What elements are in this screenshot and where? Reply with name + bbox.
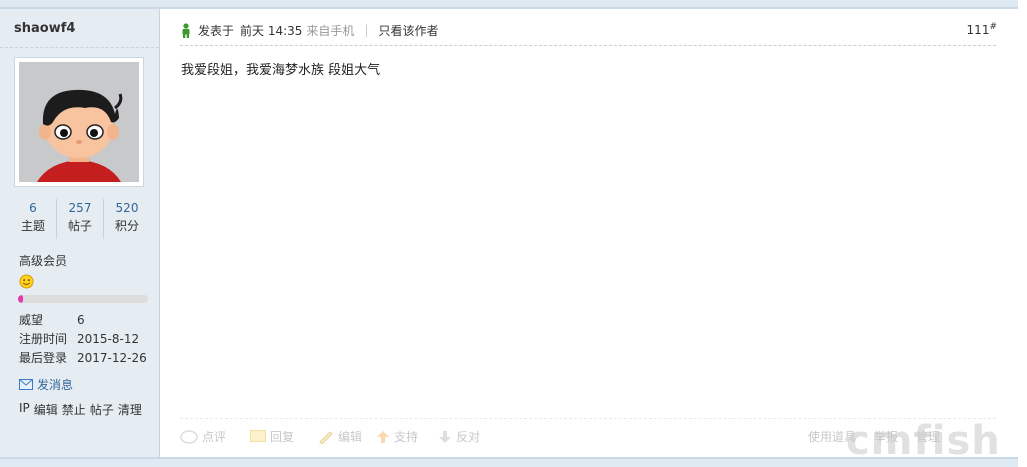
stat-posts-label: 帖子 [67, 219, 92, 233]
support-button[interactable]: 支持 [376, 428, 418, 445]
support-label: 支持 [394, 430, 419, 444]
stat-credits[interactable]: 520 积分 [104, 199, 150, 239]
rate-label: 点评 [202, 430, 227, 444]
right-edge [1018, 0, 1027, 467]
admin-posts-link[interactable]: 帖子 [90, 401, 114, 418]
envelope-icon [19, 379, 33, 390]
info-row-registered: 注册时间 2015-8-12 [19, 330, 154, 349]
bottom-frame-bar [0, 457, 1018, 467]
author-sidebar: shaowf4 6 主题 257 帖子 520 积分 高级会员 威望 6 注册时… [0, 9, 160, 457]
post-actions: 点评 回复 编辑 支持 反对 [180, 428, 480, 445]
stat-threads[interactable]: 6 主题 [10, 199, 57, 239]
divider [0, 47, 159, 48]
level-progress-bar [18, 295, 148, 303]
admin-clean-link[interactable]: 清理 [118, 401, 142, 418]
info-value: 2017-12-26 [77, 351, 147, 365]
oppose-button[interactable]: 反对 [438, 428, 480, 445]
separator: | [364, 23, 369, 37]
top-frame-bar [0, 0, 1018, 9]
admin-ip-link[interactable]: IP [19, 401, 30, 418]
info-value: 2015-8-12 [77, 332, 140, 346]
smiley-icon [19, 274, 34, 289]
post-header: 发表于 前天 14:35 来自手机 | 只看该作者 [180, 19, 439, 41]
posted-time: 前天 14:35 [240, 23, 303, 38]
reply-icon [250, 429, 267, 442]
member-level[interactable]: 高级会员 [19, 252, 67, 269]
avatar-image [19, 62, 139, 182]
info-key: 最后登录 [19, 351, 68, 365]
send-message-link[interactable]: 发消息 [19, 376, 73, 393]
avatar[interactable] [14, 57, 144, 187]
arrow-down-icon [439, 430, 452, 443]
info-key: 威望 [19, 313, 44, 327]
rate-button[interactable]: 点评 [180, 428, 226, 445]
stat-threads-value: 6 [29, 201, 37, 215]
level-progress-fill [18, 295, 24, 303]
floor-value: 111 [966, 23, 990, 37]
mobile-user-icon [182, 22, 190, 38]
reply-button[interactable]: 回复 [250, 428, 294, 445]
stat-posts[interactable]: 257 帖子 [57, 199, 104, 239]
send-message-label: 发消息 [37, 378, 74, 392]
stat-credits-label: 积分 [114, 219, 139, 233]
author-stats: 6 主题 257 帖子 520 积分 [10, 199, 150, 239]
reply-label: 回复 [270, 430, 295, 444]
edit-button[interactable]: 编辑 [318, 428, 362, 445]
author-info: 威望 6 注册时间 2015-8-12 最后登录 2017-12-26 [19, 311, 154, 368]
pencil-icon [319, 430, 333, 444]
stat-posts-value: 257 [68, 201, 92, 215]
posted-prefix: 发表于 [198, 23, 235, 38]
admin-links: IP 编辑 禁止 帖子 清理 [19, 401, 142, 418]
comment-icon [180, 429, 198, 444]
author-username[interactable]: shaowf4 [14, 21, 75, 36]
post-source[interactable]: 来自手机 [306, 22, 354, 39]
admin-edit-link[interactable]: 编辑 [34, 401, 58, 418]
arrow-up-icon [377, 430, 390, 443]
admin-ban-link[interactable]: 禁止 [62, 401, 86, 418]
stat-threads-label: 主题 [20, 219, 45, 233]
info-row-last-login: 最后登录 2017-12-26 [19, 349, 154, 368]
divider [180, 45, 996, 46]
edit-label: 编辑 [338, 430, 363, 444]
info-row-prestige: 威望 6 [19, 311, 154, 330]
info-value: 6 [77, 313, 85, 327]
floor-mark: # [989, 22, 997, 32]
post-content: 我爱段姐，我爱海梦水族 段姐大气 [181, 63, 381, 78]
oppose-label: 反对 [456, 430, 481, 444]
info-key: 注册时间 [19, 332, 68, 346]
stat-credits-value: 520 [115, 201, 139, 215]
floor-number[interactable]: 111# [967, 22, 997, 37]
author-only-link[interactable]: 只看该作者 [378, 22, 438, 39]
